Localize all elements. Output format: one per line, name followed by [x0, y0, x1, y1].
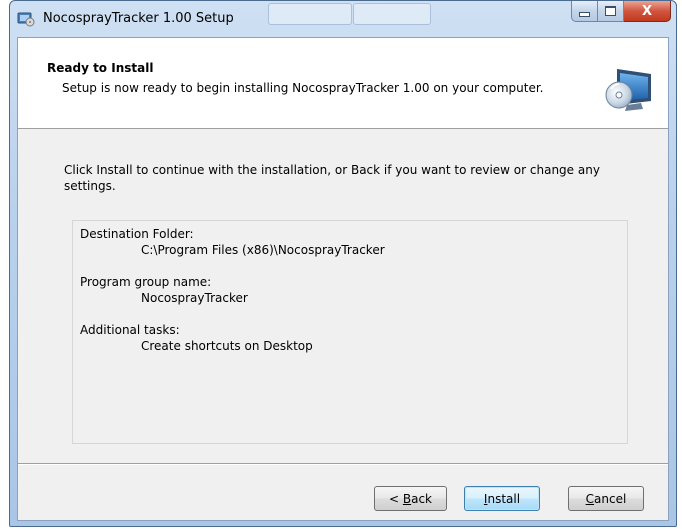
minimize-icon: [579, 11, 590, 17]
back-button-mnemonic: B: [402, 491, 412, 506]
install-button[interactable]: Install: [464, 486, 540, 511]
wizard-header: Ready to Install Setup is now ready to b…: [18, 38, 668, 129]
footer-divider: [18, 463, 668, 465]
close-button[interactable]: X: [624, 1, 671, 22]
cancel-button[interactable]: Cancel: [568, 486, 644, 511]
caption-buttons: X: [571, 1, 671, 23]
back-button-label: ack: [411, 491, 432, 506]
setup-window: NocosprayTracker 1.00 Setup X Ready to I…: [9, 0, 677, 527]
minimize-button[interactable]: [571, 1, 598, 22]
background-ghost-button: [353, 3, 431, 25]
cancel-button-label: ancel: [594, 491, 627, 506]
window-title: NocosprayTracker 1.00 Setup: [43, 11, 234, 26]
install-summary-memo[interactable]: Destination Folder: C:\Program Files (x8…: [72, 220, 628, 444]
destination-folder-value: C:\Program Files (x86)\NocosprayTracker: [141, 243, 385, 257]
maximize-icon: [605, 6, 616, 16]
page-title: Ready to Install: [47, 61, 154, 75]
title-bar[interactable]: NocosprayTracker 1.00 Setup X: [10, 1, 676, 37]
background-ghost-button: [268, 3, 352, 25]
destination-folder-label: Destination Folder:: [80, 227, 194, 241]
install-button-label: nstall: [487, 491, 521, 506]
program-group-value: NocosprayTracker: [141, 291, 248, 305]
page-subtitle: Setup is now ready to begin installing N…: [62, 81, 544, 95]
installer-app-icon: [17, 11, 35, 27]
maximize-button[interactable]: [598, 1, 624, 22]
intro-text: Click Install to continue with the insta…: [64, 163, 600, 193]
wizard-body: Ready to Install Setup is now ready to b…: [17, 37, 669, 521]
program-group-label: Program group name:: [80, 275, 212, 289]
back-button[interactable]: < Back: [374, 486, 447, 511]
additional-tasks-value: Create shortcuts on Desktop: [141, 339, 313, 353]
additional-tasks-label: Additional tasks:: [80, 323, 180, 337]
computer-disc-icon: [605, 65, 655, 117]
cancel-button-mnemonic: C: [585, 491, 595, 506]
back-button-prefix: <: [388, 491, 403, 506]
close-icon: X: [641, 3, 653, 19]
